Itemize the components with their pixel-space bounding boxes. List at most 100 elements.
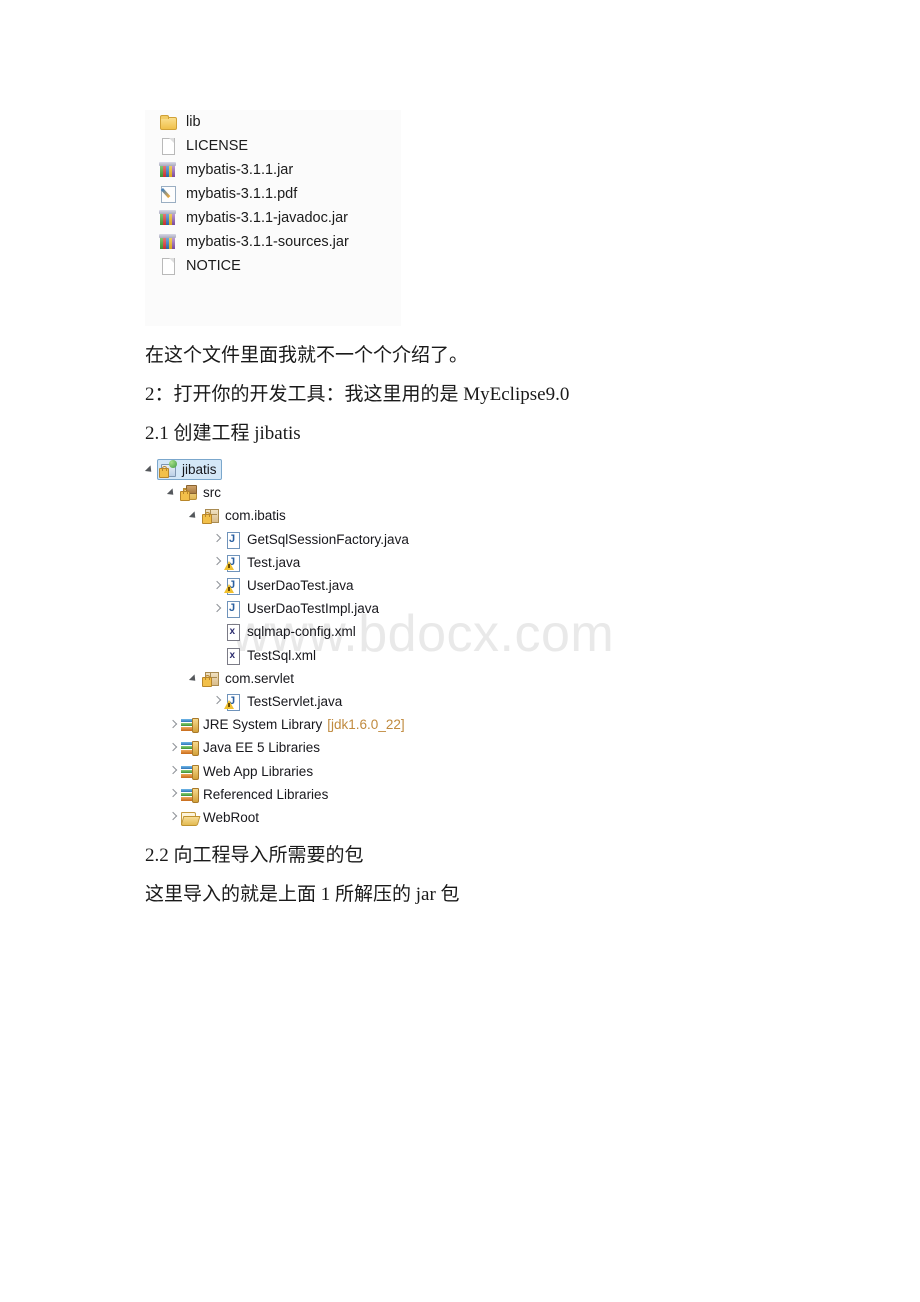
expand-arrow-open-icon[interactable] [189, 672, 202, 685]
archive-icon [159, 233, 177, 251]
lock-overlay-icon [180, 489, 190, 502]
library-icon [180, 716, 199, 734]
tree-node-content[interactable]: Web App Libraries [180, 762, 314, 780]
expand-arrow-open-icon[interactable] [189, 509, 202, 522]
file-name-label: mybatis-3.1.1-sources.jar [186, 234, 349, 250]
tree-node-content[interactable]: com.ibatis [202, 507, 286, 525]
library-icon [180, 739, 199, 757]
lock-overlay-icon [159, 466, 169, 479]
file-list-item[interactable]: LICENSE [145, 134, 401, 158]
tree-node-label: Java EE 5 Libraries [203, 740, 321, 756]
lock-overlay-icon [202, 512, 212, 525]
tree-node-content[interactable]: sqlmap-config.xml [224, 623, 356, 642]
expand-arrow-none [211, 625, 224, 638]
tree-node-content[interactable]: TestServlet.java [224, 693, 343, 711]
tree-node-label: src [203, 485, 221, 501]
tree-node[interactable]: Test.java [145, 551, 565, 574]
file-list-item[interactable]: mybatis-3.1.1.jar [145, 158, 401, 182]
paragraph-step-2: 2：打开你的开发工具：我这里用的是 MyEclipse9.0 [145, 384, 570, 405]
expand-arrow-closed-icon[interactable] [211, 579, 224, 592]
tree-node-label: Web App Libraries [203, 763, 314, 779]
expand-arrow-closed-icon[interactable] [211, 556, 224, 569]
expand-arrow-closed-icon[interactable] [167, 765, 180, 778]
file-name-label: mybatis-3.1.1.jar [186, 162, 294, 178]
tree-node[interactable]: src [145, 481, 565, 504]
heading-2-2: 2.2 向工程导入所需要的包 [145, 845, 364, 866]
tree-node-label: com.ibatis [225, 508, 286, 524]
document-icon [159, 257, 177, 275]
tree-node-content[interactable]: TestSql.xml [224, 647, 317, 665]
tree-node-label: TestSql.xml [247, 647, 317, 663]
tree-node-label: com.servlet [225, 670, 295, 686]
xml-file-icon [224, 647, 241, 665]
tree-node[interactable]: UserDaoTest.java [145, 574, 565, 597]
file-name-label: lib [186, 114, 201, 130]
tree-node-content[interactable]: WebRoot [180, 809, 259, 826]
tree-node-selected[interactable]: jibatis [157, 459, 222, 481]
expand-arrow-none [211, 649, 224, 662]
tree-node[interactable]: TestServlet.java [145, 690, 565, 713]
tree-node[interactable]: jibatis [145, 458, 565, 481]
tree-node-content[interactable]: com.servlet [202, 670, 294, 687]
expand-arrow-closed-icon[interactable] [167, 788, 180, 801]
open-folder-icon [180, 809, 197, 826]
java-file-icon [224, 531, 241, 549]
warning-overlay-icon [224, 560, 234, 570]
tree-node[interactable]: Referenced Libraries [145, 783, 565, 806]
java-file-warning-icon [224, 554, 241, 572]
paragraph-intro: 在这个文件里面我就不一个个介绍了。 [145, 345, 469, 366]
heading-2-1: 2.1 创建工程 jibatis [145, 423, 301, 444]
tree-node[interactable]: Java EE 5 Libraries [145, 736, 565, 759]
java-file-warning-icon [224, 693, 241, 711]
file-list-item[interactable]: mybatis-3.1.1-javadoc.jar [145, 206, 401, 230]
tree-node-content[interactable]: JRE System Library [jdk1.6.0_22] [180, 716, 405, 734]
tree-node-content[interactable]: GetSqlSessionFactory.java [224, 531, 409, 549]
tree-node-content[interactable]: UserDaoTestImpl.java [224, 600, 379, 619]
package-icon [202, 670, 219, 687]
file-list-item[interactable]: mybatis-3.1.1-sources.jar [145, 230, 401, 254]
pdf-icon [159, 185, 177, 203]
expand-arrow-open-icon[interactable] [145, 463, 158, 476]
tree-node-label: Referenced Libraries [203, 786, 329, 802]
file-list-item[interactable]: lib [145, 110, 401, 134]
expand-arrow-closed-icon[interactable] [167, 811, 180, 824]
tree-node-content[interactable]: src [180, 484, 221, 502]
tree-node[interactable]: JRE System Library [jdk1.6.0_22] [145, 713, 565, 736]
file-name-label: NOTICE [186, 258, 241, 274]
tree-node-content[interactable]: UserDaoTest.java [224, 577, 354, 596]
tree-node-label: sqlmap-config.xml [247, 624, 356, 640]
expand-arrow-closed-icon[interactable] [167, 741, 180, 754]
paragraph-2-2-body: 这里导入的就是上面 1 所解压的 jar 包 [145, 884, 460, 905]
tree-node-label: Test.java [247, 554, 301, 570]
tree-node[interactable]: sqlmap-config.xml [145, 620, 565, 643]
tree-node[interactable]: TestSql.xml [145, 644, 565, 667]
expand-arrow-closed-icon[interactable] [167, 718, 180, 731]
tree-node-suffix: [jdk1.6.0_22] [327, 717, 405, 733]
expand-arrow-closed-icon[interactable] [211, 533, 224, 546]
warning-overlay-icon [224, 584, 234, 594]
file-name-label: mybatis-3.1.1-javadoc.jar [186, 210, 348, 226]
file-list-item[interactable]: NOTICE [145, 254, 401, 278]
warning-overlay-icon [224, 699, 234, 709]
tree-node-content[interactable]: Java EE 5 Libraries [180, 739, 321, 757]
expand-arrow-open-icon[interactable] [167, 486, 180, 499]
expand-arrow-closed-icon[interactable] [211, 602, 224, 615]
tree-node[interactable]: UserDaoTestImpl.java [145, 597, 565, 620]
tree-node-label: jibatis [182, 462, 217, 478]
tree-node-label: UserDaoTest.java [247, 578, 354, 594]
tree-node-content[interactable]: Test.java [224, 554, 301, 572]
expand-arrow-closed-icon[interactable] [211, 695, 224, 708]
tree-node[interactable]: Web App Libraries [145, 759, 565, 782]
file-list-item[interactable]: mybatis-3.1.1.pdf [145, 182, 401, 206]
source-folder-icon [180, 484, 197, 502]
file-explorer-list: lib LICENSE mybatis-3.1.1.jar mybatis-3.1.1… [145, 110, 401, 326]
tree-node[interactable]: WebRoot [145, 806, 565, 829]
tree-node[interactable]: GetSqlSessionFactory.java [145, 528, 565, 551]
tree-node-label: TestServlet.java [247, 693, 343, 709]
file-name-label: LICENSE [186, 138, 249, 154]
tree-node[interactable]: com.ibatis [145, 504, 565, 527]
tree-node-content[interactable]: Referenced Libraries [180, 785, 329, 803]
tree-node-label: WebRoot [203, 809, 260, 825]
tree-node[interactable]: com.servlet [145, 667, 565, 690]
java-file-warning-icon [224, 577, 241, 596]
